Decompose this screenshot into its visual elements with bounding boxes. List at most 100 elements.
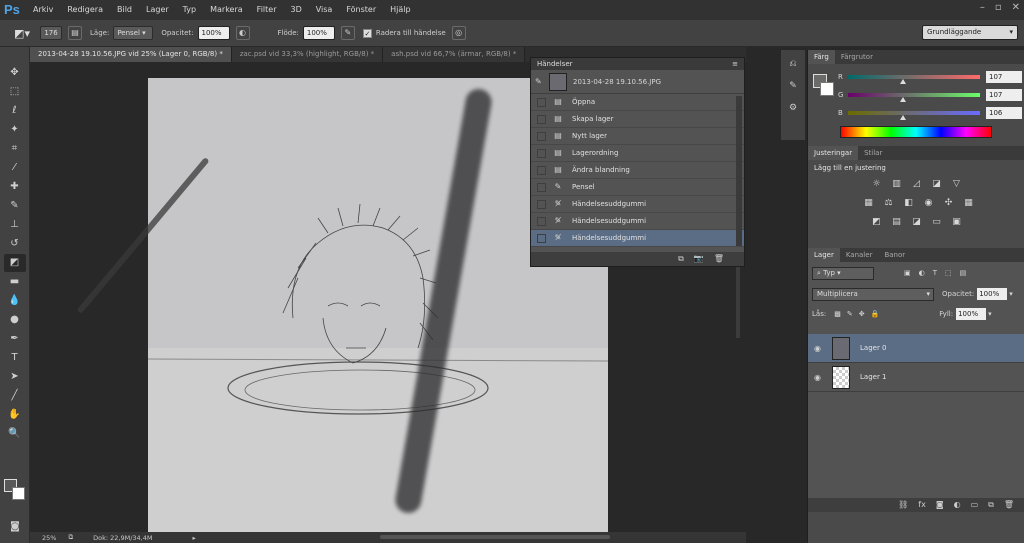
channel-mixer-icon[interactable]: ✣ bbox=[942, 197, 955, 210]
tab-styles[interactable]: Stilar bbox=[858, 146, 888, 160]
history-state-row[interactable]: ▤ Nytt lager bbox=[531, 128, 744, 145]
doc-tab[interactable]: ash.psd vid 66,7% (ärmar, RGB/8) * bbox=[383, 47, 526, 62]
history-state-row[interactable]: ✎̸ Händelsesuddgummi bbox=[531, 196, 744, 213]
tab-channels[interactable]: Kanaler bbox=[840, 248, 879, 262]
history-tab[interactable]: Händelser bbox=[537, 60, 573, 68]
hand-tool-icon[interactable]: ✋ bbox=[4, 406, 26, 424]
menu-lager[interactable]: Lager bbox=[139, 0, 176, 20]
color-lookup-icon[interactable]: ▦ bbox=[962, 197, 975, 210]
tab-paths[interactable]: Banor bbox=[878, 248, 911, 262]
tab-color[interactable]: Färg bbox=[808, 50, 835, 64]
add-mask-icon[interactable]: ◙ bbox=[936, 498, 944, 512]
brush-tool-icon[interactable]: ✎ bbox=[4, 197, 26, 215]
horizontal-scrollbar[interactable] bbox=[380, 535, 610, 539]
invert-icon[interactable]: ◩ bbox=[870, 216, 883, 229]
slider-thumb-g[interactable] bbox=[900, 97, 907, 102]
dodge-tool-icon[interactable]: ● bbox=[4, 311, 26, 329]
brush-size-picker[interactable]: 176 bbox=[40, 26, 62, 40]
history-state-row[interactable]: ▤ Ändra blandning bbox=[531, 162, 744, 179]
new-adjustment-layer-icon[interactable]: ◐ bbox=[954, 498, 961, 512]
delete-state-icon[interactable]: 🗑 bbox=[714, 252, 724, 266]
gradient-tool-icon[interactable]: ▬ bbox=[4, 273, 26, 291]
layer-filter-select[interactable]: ⌕ Typ ▾ bbox=[812, 266, 874, 280]
menu-3d[interactable]: 3D bbox=[283, 0, 308, 20]
filter-adjustment-icon[interactable]: ◐ bbox=[919, 269, 925, 277]
history-source-checkbox[interactable] bbox=[537, 233, 546, 243]
brush-panel-icon[interactable]: ▤ bbox=[68, 26, 82, 40]
menu-filter[interactable]: Filter bbox=[250, 0, 284, 20]
blur-tool-icon[interactable]: 💧 bbox=[4, 292, 26, 310]
levels-icon[interactable]: ▥ bbox=[890, 178, 903, 191]
vibrance-icon[interactable]: ▽ bbox=[950, 178, 963, 191]
value-g[interactable]: 107 bbox=[986, 89, 1022, 101]
menu-bild[interactable]: Bild bbox=[110, 0, 139, 20]
filter-pixel-icon[interactable]: ▣ bbox=[904, 269, 911, 277]
zoom-tool-icon[interactable]: 🔍 bbox=[4, 425, 26, 443]
line-tool-icon[interactable]: ╱ bbox=[4, 387, 26, 405]
lock-pixels-icon[interactable]: ✎ bbox=[847, 310, 853, 318]
menu-markera[interactable]: Markera bbox=[203, 0, 250, 20]
layer-style-icon[interactable]: fx bbox=[918, 498, 926, 512]
menu-visa[interactable]: Visa bbox=[309, 0, 340, 20]
pen-tool-icon[interactable]: ✒ bbox=[4, 330, 26, 348]
link-layers-icon[interactable]: ⛓ bbox=[898, 498, 908, 512]
layer-opacity-input[interactable]: 100% bbox=[977, 288, 1008, 300]
exposure-icon[interactable]: ◪ bbox=[930, 178, 943, 191]
curves-icon[interactable]: ◿ bbox=[910, 178, 923, 191]
delete-layer-icon[interactable]: 🗑 bbox=[1004, 498, 1014, 512]
posterize-icon[interactable]: ▤ bbox=[890, 216, 903, 229]
fill-input[interactable]: 100% bbox=[956, 308, 987, 320]
status-menu-icon[interactable]: ▸ bbox=[192, 534, 195, 542]
history-state-row[interactable]: ✎ Pensel bbox=[531, 179, 744, 196]
history-state-row[interactable]: ✎̸ Händelsesuddgummi bbox=[531, 230, 744, 247]
new-layer-icon[interactable]: ⧉ bbox=[988, 498, 994, 512]
history-brush-source-icon[interactable]: ✎ bbox=[535, 77, 545, 86]
quick-mask-icon[interactable]: ◙ bbox=[4, 518, 26, 536]
history-source-checkbox[interactable] bbox=[537, 165, 546, 175]
fill-dropdown-icon[interactable]: ▾ bbox=[988, 310, 992, 318]
minimize-icon[interactable]: – bbox=[980, 2, 985, 13]
threshold-icon[interactable]: ◪ bbox=[910, 216, 923, 229]
lock-transparency-icon[interactable]: ▩ bbox=[834, 310, 841, 318]
history-source-checkbox[interactable] bbox=[537, 131, 546, 141]
tool-preset-picker[interactable]: ◩ ▾ bbox=[8, 24, 36, 42]
slider-track-b[interactable] bbox=[848, 111, 980, 120]
menu-redigera[interactable]: Redigera bbox=[60, 0, 110, 20]
hue-saturation-icon[interactable]: ▦ bbox=[862, 197, 875, 210]
filter-shape-icon[interactable]: ⬚ bbox=[945, 269, 952, 277]
magic-wand-tool-icon[interactable]: ✦ bbox=[4, 121, 26, 139]
layer-row[interactable]: ◉ Lager 1 bbox=[808, 363, 1024, 392]
erase-to-history-checkbox[interactable]: ✓ bbox=[362, 28, 372, 38]
slider-track-g[interactable] bbox=[848, 93, 980, 102]
flow-input[interactable]: 100% bbox=[302, 26, 335, 40]
history-source-checkbox[interactable] bbox=[537, 199, 546, 209]
slider-thumb-r[interactable] bbox=[900, 79, 907, 84]
mode-select[interactable]: Pensel ▾ bbox=[113, 26, 154, 40]
filter-smart-object-icon[interactable]: ▤ bbox=[960, 269, 967, 277]
doc-tab-active[interactable]: 2013-04-28 19.10.56.JPG vid 25% (Lager 0… bbox=[30, 47, 232, 62]
opacity-dropdown-icon[interactable]: ▾ bbox=[1009, 290, 1013, 298]
slider-thumb-b[interactable] bbox=[900, 115, 907, 120]
move-tool-icon[interactable]: ✥ bbox=[4, 64, 26, 82]
workspace-select[interactable]: Grundläggande ▾ bbox=[922, 25, 1018, 40]
lasso-tool-icon[interactable]: ℓ bbox=[4, 102, 26, 120]
eraser-tool-icon[interactable]: ◩ bbox=[3, 254, 26, 272]
crop-tool-icon[interactable]: ⌗ bbox=[4, 140, 26, 158]
path-selection-tool-icon[interactable]: ➤ bbox=[4, 368, 26, 386]
lock-all-icon[interactable]: 🔒 bbox=[871, 310, 880, 318]
visibility-eye-icon[interactable]: ◉ bbox=[814, 373, 824, 382]
lock-position-icon[interactable]: ✥ bbox=[859, 310, 865, 318]
menu-hjalp[interactable]: Hjälp bbox=[383, 0, 417, 20]
tab-adjustments[interactable]: Justeringar bbox=[808, 146, 859, 160]
history-source-checkbox[interactable] bbox=[537, 182, 546, 192]
menu-fonster[interactable]: Fönster bbox=[339, 0, 383, 20]
history-state-row[interactable]: ▤ Öppna bbox=[531, 94, 744, 111]
share-icon[interactable]: ⧉ bbox=[68, 533, 73, 542]
layer-row[interactable]: ◉ Lager 0 bbox=[808, 334, 1024, 363]
panel-menu-icon[interactable]: ≡ bbox=[732, 58, 738, 70]
opacity-pressure-icon[interactable]: ◐ bbox=[235, 26, 250, 40]
blend-mode-select[interactable]: Multiplicera ▾ bbox=[812, 287, 934, 301]
visibility-eye-icon[interactable]: ◉ bbox=[814, 344, 824, 353]
history-source-checkbox[interactable] bbox=[537, 114, 546, 124]
zoom-level[interactable]: 25% bbox=[42, 534, 56, 542]
